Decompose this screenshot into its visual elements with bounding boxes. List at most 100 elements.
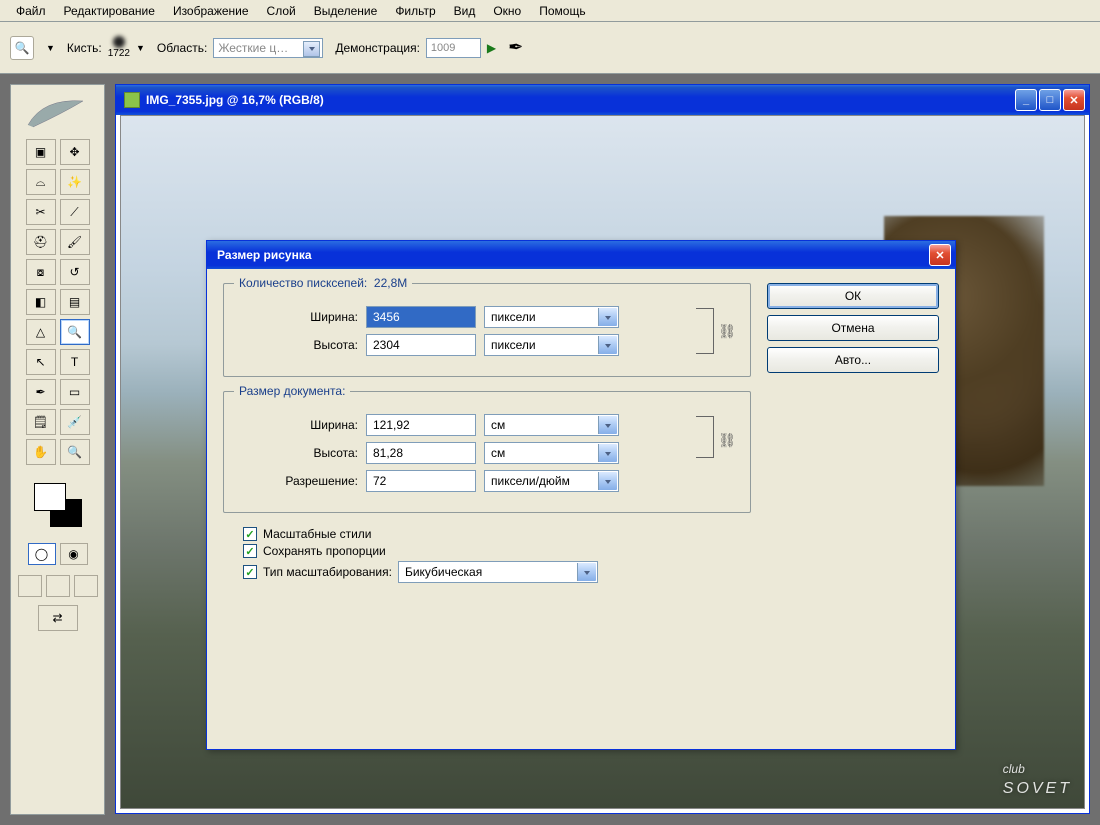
brush-label: Кисть: [67,41,102,55]
menu-select[interactable]: Выделение [306,2,386,20]
zoom-tool[interactable]: 🔍 [60,439,90,465]
px-width-unit-select[interactable]: пиксели [484,306,619,328]
chevron-down-icon[interactable]: ▼ [46,43,55,53]
demo-input[interactable] [426,38,481,58]
image-size-dialog: Размер рисунка ✕ Количество писксепей: 2… [206,240,956,750]
dialog-close-button[interactable]: ✕ [929,244,951,266]
eyedropper-tool[interactable]: 💉 [60,409,90,435]
resolution-label: Разрешение: [238,474,358,488]
imagereday-icon[interactable]: ⇄ [38,605,78,631]
chain-icon[interactable]: ⛓ [718,432,736,449]
blur-tool[interactable]: △ [26,319,56,345]
eraser-tool[interactable]: ◧ [26,289,56,315]
crop-tool[interactable]: ✂ [26,199,56,225]
hand-tool[interactable]: ✋ [26,439,56,465]
scale-styles-checkbox[interactable]: ✓ [243,527,257,541]
path-select-tool[interactable]: ↖ [26,349,56,375]
standard-mode[interactable]: ◯ [28,543,56,565]
brush-preview-icon[interactable] [113,36,125,48]
brush-size-value: 1722 [108,48,130,59]
chain-icon[interactable]: ⛓ [718,323,736,340]
toolbox: ▣ ✥ ⌓ ✨ ✂ ⟋ ⛑ 🖌 ⧇ ↺ ◧ ▤ △ 🔍 ↖ T ✒ ▭ 🗒 💉 … [10,84,105,815]
px-height-input[interactable] [366,334,476,356]
doc-width-input[interactable] [366,414,476,436]
menu-file[interactable]: Файл [8,2,54,20]
resample-checkbox[interactable]: ✓ [243,565,257,579]
ok-button[interactable]: ОК [767,283,939,309]
brush-tool[interactable]: 🖌 [60,229,90,255]
workspace: ▣ ✥ ⌓ ✨ ✂ ⟋ ⛑ 🖌 ⧇ ↺ ◧ ▤ △ 🔍 ↖ T ✒ ▭ 🗒 💉 … [0,74,1100,825]
document-size-group: Размер документа: Ширина: см [223,391,751,513]
px-width-label: Ширина: [238,310,358,324]
options-toolbar: 🔍 ▼ Кисть: 1722 ▼ Область: Жесткие ц… Де… [0,22,1100,74]
history-brush-tool[interactable]: ↺ [60,259,90,285]
screen-mode-2[interactable] [46,575,70,597]
quickmask-mode[interactable]: ◉ [60,543,88,565]
zoom-tool-icon[interactable]: 🔍 [10,36,34,60]
cancel-button[interactable]: Отмена [767,315,939,341]
gradient-tool[interactable]: ▤ [60,289,90,315]
area-select[interactable]: Жесткие ц… [213,38,323,58]
dialog-title: Размер рисунка [217,248,312,262]
notes-tool[interactable]: 🗒 [26,409,56,435]
pixel-count-label: Количество писксепей: [239,276,367,290]
stamp-tool[interactable]: ⧇ [26,259,56,285]
pixel-count-value: 22,8M [374,276,407,290]
play-icon[interactable]: ▶ [487,41,496,55]
maximize-button[interactable]: □ [1039,89,1061,111]
type-tool[interactable]: T [60,349,90,375]
menu-window[interactable]: Окно [485,2,529,20]
app-logo-icon [23,93,93,133]
document-title: IMG_7355.jpg @ 16,7% (RGB/8) [146,93,324,107]
px-height-unit-select[interactable]: пиксели [484,334,619,356]
move-tool[interactable]: ✥ [60,139,90,165]
foreground-color[interactable] [34,483,66,511]
pen-tool[interactable]: ✒ [26,379,56,405]
wand-tool[interactable]: ✨ [60,169,90,195]
resolution-unit-select[interactable]: пиксели/дюйм [484,470,619,492]
slice-tool[interactable]: ⟋ [60,199,90,225]
constrain-checkbox[interactable]: ✓ [243,544,257,558]
pixel-dimensions-group: Количество писксепей: 22,8M Ширина: пикс [223,283,751,377]
doc-width-unit-select[interactable]: см [484,414,619,436]
shape-tool[interactable]: ▭ [60,379,90,405]
px-width-input[interactable] [366,306,476,328]
link-bracket-icon [696,308,714,354]
document-window: IMG_7355.jpg @ 16,7% (RGB/8) _ □ ✕ Разме… [115,84,1090,814]
constrain-label: Сохранять пропорции [263,544,386,558]
dodge-tool[interactable]: 🔍 [60,319,90,345]
color-swatches[interactable] [28,481,88,531]
doc-height-label: Высота: [238,446,358,460]
minimize-button[interactable]: _ [1015,89,1037,111]
resample-method-select[interactable]: Бикубическая [398,561,598,583]
screen-mode-1[interactable] [18,575,42,597]
demo-label: Демонстрация: [335,41,420,55]
chevron-down-icon[interactable]: ▼ [136,43,145,53]
screen-mode-3[interactable] [74,575,98,597]
doc-size-label: Размер документа: [234,384,350,398]
doc-height-input[interactable] [366,442,476,464]
doc-height-unit-select[interactable]: см [484,442,619,464]
marquee-tool[interactable]: ▣ [26,139,56,165]
dialog-titlebar[interactable]: Размер рисунка ✕ [207,241,955,269]
px-height-label: Высота: [238,338,358,352]
menu-layer[interactable]: Слой [259,2,304,20]
area-label: Область: [157,41,207,55]
menu-image[interactable]: Изображение [165,2,257,20]
heal-tool[interactable]: ⛑ [26,229,56,255]
menu-edit[interactable]: Редактирование [56,2,163,20]
document-icon [124,92,140,108]
brush-stroke-icon[interactable]: ✒ [508,37,523,58]
menubar: Файл Редактирование Изображение Слой Выд… [0,0,1100,22]
document-titlebar[interactable]: IMG_7355.jpg @ 16,7% (RGB/8) _ □ ✕ [116,85,1089,115]
menu-help[interactable]: Помощь [531,2,593,20]
close-button[interactable]: ✕ [1063,89,1085,111]
resolution-input[interactable] [366,470,476,492]
link-bracket-icon [696,416,714,458]
menu-view[interactable]: Вид [446,2,484,20]
menu-filter[interactable]: Фильтр [387,2,443,20]
doc-width-label: Ширина: [238,418,358,432]
lasso-tool[interactable]: ⌓ [26,169,56,195]
auto-button[interactable]: Авто... [767,347,939,373]
canvas[interactable]: Размер рисунка ✕ Количество писксепей: 2… [120,115,1085,809]
